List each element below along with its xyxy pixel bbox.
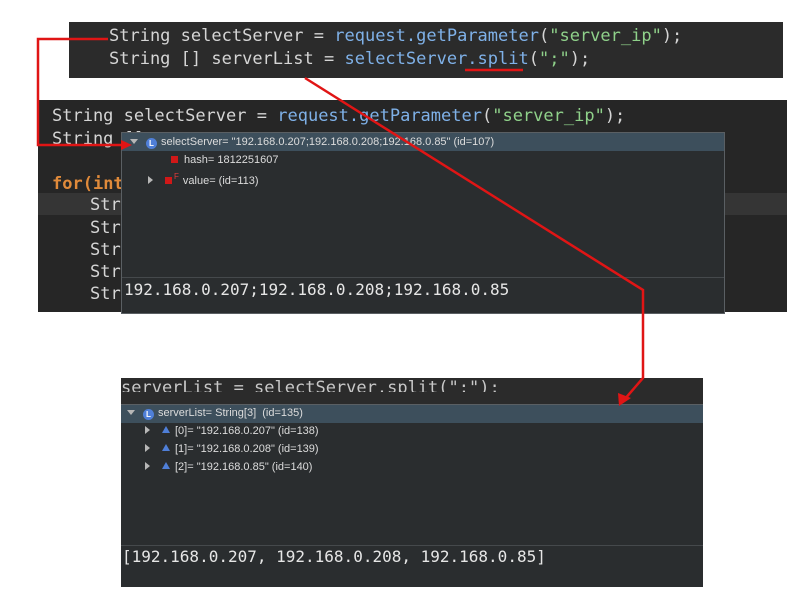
annotation-connector-2 (304, 76, 645, 401)
arrowhead-icon (121, 140, 132, 150)
annotation-overlay (36, 37, 645, 406)
annotation-connector-1 (36, 37, 121, 147)
